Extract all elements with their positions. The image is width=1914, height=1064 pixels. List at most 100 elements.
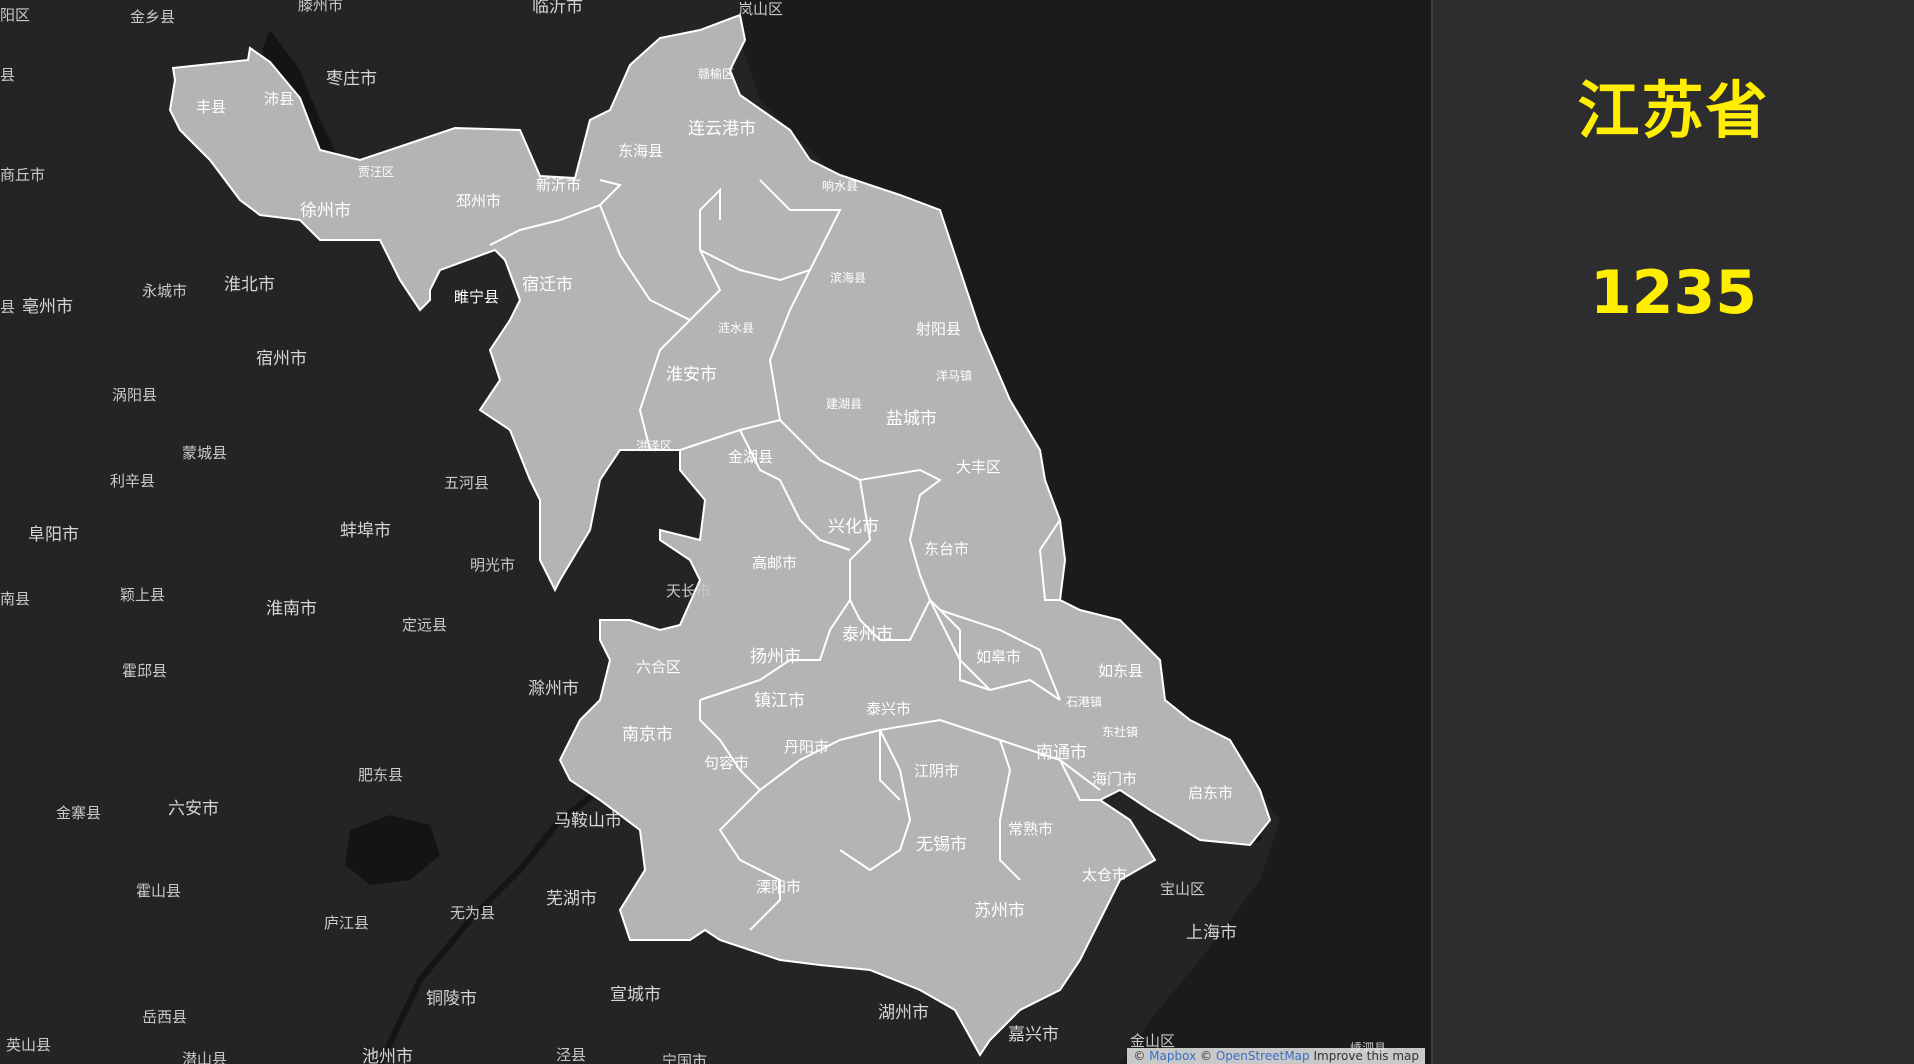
place-label: 丰县 bbox=[196, 98, 226, 116]
place-label: 丹阳市 bbox=[784, 738, 829, 756]
map-panel[interactable]: 阳区 金乡县 滕州市 临沂市 岚山区 县 枣庄市 商丘市 永城市 淮北市 县 亳… bbox=[0, 0, 1431, 1064]
place-label: 县 bbox=[0, 298, 15, 316]
place-label: 亳州市 bbox=[22, 297, 73, 317]
app-root: 阳区 金乡县 滕州市 临沂市 岚山区 县 枣庄市 商丘市 永城市 淮北市 县 亳… bbox=[0, 0, 1914, 1064]
place-label: 县 bbox=[0, 66, 15, 84]
place-label: 肥东县 bbox=[358, 766, 403, 784]
place-label: 滕州市 bbox=[298, 0, 343, 14]
place-label: 英山县 bbox=[6, 1036, 51, 1054]
place-label: 睢宁县 bbox=[454, 288, 499, 306]
place-label: 常熟市 bbox=[1008, 820, 1053, 838]
attribution-copy: © bbox=[1133, 1049, 1150, 1063]
place-label: 无锡市 bbox=[916, 835, 967, 855]
place-label: 宝山区 bbox=[1160, 880, 1205, 898]
place-label: 洪泽区 bbox=[636, 439, 672, 453]
place-label: 霍邱县 bbox=[122, 662, 167, 680]
place-label: 马鞍山市 bbox=[554, 811, 622, 831]
place-label: 泾县 bbox=[556, 1046, 586, 1064]
value-display: 1235 bbox=[1590, 258, 1757, 328]
place-label: 南京市 bbox=[622, 725, 673, 745]
place-label: 颖上县 bbox=[120, 586, 165, 604]
place-label: 南县 bbox=[0, 590, 30, 608]
place-label: 临沂市 bbox=[532, 0, 583, 17]
place-label: 泰州市 bbox=[842, 625, 893, 645]
place-label: 太仓市 bbox=[1082, 866, 1127, 884]
place-label: 启东市 bbox=[1188, 784, 1233, 802]
mapbox-link[interactable]: Mapbox bbox=[1149, 1049, 1196, 1063]
place-label: 响水县 bbox=[822, 178, 858, 193]
place-label: 霍山县 bbox=[136, 882, 181, 900]
place-label: 五河县 bbox=[444, 474, 489, 492]
place-label: 射阳县 bbox=[916, 320, 961, 338]
place-label: 镇江市 bbox=[754, 691, 805, 711]
place-label: 宣城市 bbox=[610, 985, 661, 1005]
place-label: 邳州市 bbox=[456, 192, 501, 210]
place-label: 连云港市 bbox=[688, 119, 756, 139]
lake-chaohu bbox=[345, 815, 440, 885]
place-label: 沛县 bbox=[264, 90, 294, 108]
place-label: 宿迁市 bbox=[522, 275, 573, 295]
openstreetmap-link[interactable]: OpenStreetMap bbox=[1216, 1049, 1310, 1063]
place-label: 高邮市 bbox=[752, 554, 797, 572]
place-label: 淮南市 bbox=[266, 599, 317, 619]
place-label: 阳区 bbox=[0, 6, 30, 24]
place-label: 海门市 bbox=[1092, 770, 1137, 788]
place-label: 宿州市 bbox=[256, 349, 307, 369]
place-label: 建湖县 bbox=[826, 396, 862, 411]
place-label: 赣榆区 bbox=[698, 66, 734, 81]
place-label: 六安市 bbox=[168, 799, 219, 819]
place-label: 金寨县 bbox=[56, 804, 101, 822]
place-label: 泰兴市 bbox=[866, 700, 911, 718]
map-attribution: © Mapbox © OpenStreetMap Improve this ma… bbox=[1127, 1048, 1425, 1064]
place-label: 金乡县 bbox=[130, 8, 175, 26]
place-label: 涟水县 bbox=[718, 320, 754, 335]
place-label: 句容市 bbox=[704, 754, 749, 772]
place-label: 宁国市 bbox=[662, 1052, 707, 1064]
place-label: 滨海县 bbox=[830, 270, 866, 285]
place-label: 商丘市 bbox=[0, 166, 45, 184]
place-label: 如东县 bbox=[1098, 662, 1143, 680]
place-label: 湖州市 bbox=[878, 1003, 929, 1023]
place-label: 大丰区 bbox=[956, 458, 1001, 476]
map-canvas[interactable]: 阳区 金乡县 滕州市 临沂市 岚山区 县 枣庄市 商丘市 永城市 淮北市 县 亳… bbox=[0, 0, 1431, 1064]
place-label: 盐城市 bbox=[886, 409, 937, 429]
place-label: 东台市 bbox=[924, 540, 969, 558]
place-label: 滁州市 bbox=[528, 679, 579, 699]
place-label: 蒙城县 bbox=[182, 444, 227, 462]
place-label: 潜山县 bbox=[182, 1050, 227, 1064]
place-label: 明光市 bbox=[470, 556, 515, 574]
place-label: 徐州市 bbox=[300, 201, 351, 221]
place-label: 上海市 bbox=[1186, 923, 1237, 943]
place-label: 芜湖市 bbox=[546, 889, 597, 909]
place-label: 无为县 bbox=[450, 904, 495, 922]
place-label: 贾汪区 bbox=[358, 165, 394, 179]
place-label: 金湖县 bbox=[728, 448, 773, 466]
place-label: 石港镇 bbox=[1066, 695, 1102, 709]
place-label: 扬州市 bbox=[750, 647, 801, 667]
place-label: 淮安市 bbox=[666, 365, 717, 385]
place-label: 涡阳县 bbox=[112, 386, 157, 404]
place-label: 阜阳市 bbox=[28, 525, 79, 545]
place-label: 兴化市 bbox=[828, 517, 879, 537]
place-label: 岳西县 bbox=[142, 1008, 187, 1026]
place-label: 池州市 bbox=[362, 1047, 413, 1064]
place-label: 六合区 bbox=[636, 658, 681, 676]
place-label: 庐江县 bbox=[324, 914, 369, 932]
place-label: 淮北市 bbox=[224, 275, 275, 295]
place-label: 新沂市 bbox=[536, 176, 581, 194]
place-label: 苏州市 bbox=[974, 901, 1025, 921]
place-label: 永城市 bbox=[142, 282, 187, 300]
place-label: 铜陵市 bbox=[426, 989, 477, 1009]
attribution-copy: © bbox=[1196, 1049, 1216, 1063]
place-label: 江阴市 bbox=[914, 762, 959, 780]
place-label: 溧阳市 bbox=[756, 878, 801, 896]
place-label: 东海县 bbox=[618, 142, 663, 160]
place-label: 定远县 bbox=[402, 616, 447, 634]
place-label: 如皋市 bbox=[976, 648, 1021, 666]
place-label: 东社镇 bbox=[1102, 724, 1138, 739]
improve-map-link[interactable]: Improve this map bbox=[1310, 1049, 1419, 1063]
province-title: 江苏省 bbox=[1577, 74, 1770, 147]
place-label: 嘉兴市 bbox=[1008, 1025, 1059, 1045]
place-label: 岚山区 bbox=[738, 0, 783, 18]
place-label: 蚌埠市 bbox=[340, 521, 391, 541]
